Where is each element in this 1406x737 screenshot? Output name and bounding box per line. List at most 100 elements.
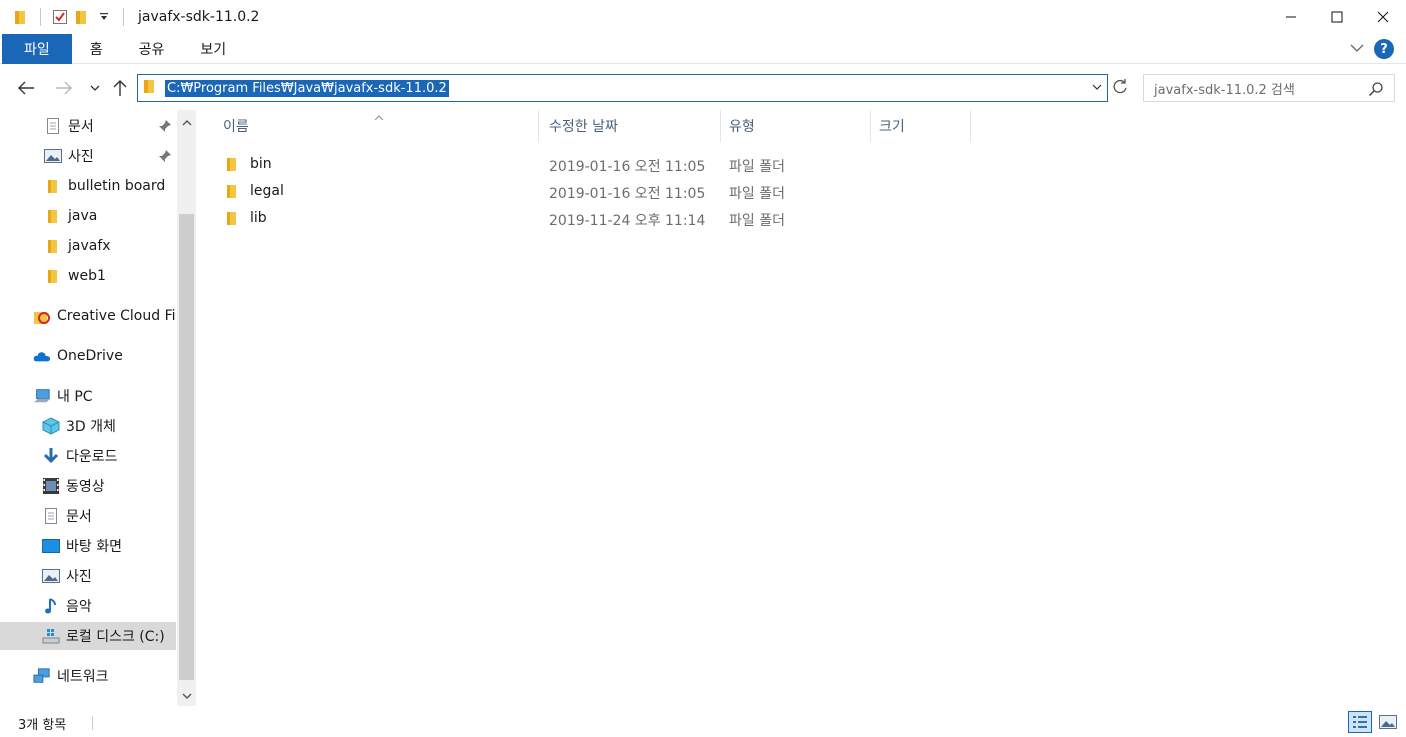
address-bar[interactable]: C:₩Program Files₩Java₩javafx-sdk-11.0.2 — [137, 74, 1108, 102]
file-name: bin — [250, 156, 272, 172]
video-icon — [42, 477, 60, 495]
document-icon — [44, 117, 62, 135]
sidebar-item-downloads[interactable]: 다운로드 — [0, 442, 176, 470]
folder-icon — [44, 207, 62, 225]
column-divider[interactable] — [538, 110, 539, 142]
sidebar-item-label: 다운로드 — [66, 449, 118, 465]
search-placeholder: javafx-sdk-11.0.2 검색 — [1154, 82, 1295, 98]
sidebar-item-javafx[interactable]: javafx — [0, 232, 176, 260]
sidebar-item-documents-quick[interactable]: 문서 — [0, 112, 176, 140]
sidebar-item-label: javafx — [68, 238, 111, 254]
sidebar-item-label: web1 — [68, 268, 106, 284]
sidebar-item-3d-objects[interactable]: 3D 개체 — [0, 412, 176, 440]
column-divider[interactable] — [970, 110, 971, 142]
sidebar-item-label: 음악 — [66, 599, 92, 615]
close-button[interactable] — [1360, 0, 1406, 34]
ribbon-tabs: 파일 홈 공유 보기 ? — [0, 33, 1406, 64]
status-bar: 3개 항목 — [0, 708, 1406, 737]
file-row[interactable]: lib 2019-11-24 오후 11:14 파일 폴더 — [217, 206, 977, 232]
sidebar-item-label: 로컬 디스크 (C:) — [66, 629, 165, 645]
title-bar: javafx-sdk-11.0.2 — [0, 0, 1406, 34]
search-icon[interactable] — [1368, 81, 1384, 101]
folder-icon — [225, 210, 239, 230]
file-row[interactable]: legal 2019-01-16 오전 11:05 파일 폴더 — [217, 179, 977, 205]
sidebar-item-this-pc[interactable]: 내 PC — [0, 382, 176, 410]
music-icon — [42, 597, 60, 615]
maximize-button[interactable] — [1314, 0, 1360, 34]
scroll-thumb[interactable] — [179, 214, 194, 680]
pin-icon[interactable] — [158, 149, 172, 167]
sidebar-scrollbar[interactable] — [177, 110, 196, 706]
file-date: 2019-01-16 오전 11:05 — [549, 186, 706, 202]
status-divider — [92, 716, 93, 730]
creative-cloud-icon — [33, 307, 51, 325]
file-type: 파일 폴더 — [729, 186, 785, 202]
details-view-button[interactable] — [1348, 711, 1372, 733]
sidebar-item-label: java — [68, 208, 98, 224]
desktop-icon — [42, 537, 60, 555]
customize-toolbar-button[interactable] — [93, 6, 115, 28]
sidebar-item-bulletin-board[interactable]: bulletin board — [0, 172, 176, 200]
file-date: 2019-11-24 오후 11:14 — [549, 213, 706, 229]
file-type: 파일 폴더 — [729, 159, 785, 175]
column-header-date[interactable]: 수정한 날짜 — [541, 110, 719, 142]
sidebar-item-pictures[interactable]: 사진 — [0, 562, 176, 590]
network-icon — [33, 667, 51, 685]
sidebar-item-label: 네트워크 — [57, 669, 109, 685]
window-title: javafx-sdk-11.0.2 — [138, 9, 260, 25]
sidebar-item-network[interactable]: 네트워크 — [0, 662, 176, 690]
sidebar-item-java[interactable]: java — [0, 202, 176, 230]
sidebar-item-documents[interactable]: 문서 — [0, 502, 176, 530]
sidebar-item-creative-cloud[interactable]: Creative Cloud Fil — [0, 302, 176, 330]
large-icons-view-button[interactable] — [1376, 711, 1400, 733]
sidebar-item-label: 바탕 화면 — [66, 539, 122, 555]
sidebar-item-label: Creative Cloud Fil — [57, 308, 176, 324]
tab-share[interactable]: 공유 — [121, 34, 183, 64]
folder-icon — [44, 177, 62, 195]
new-folder-button[interactable] — [71, 6, 93, 28]
sidebar-item-local-disk[interactable]: 로컬 디스크 (C:) — [0, 622, 176, 650]
tab-home[interactable]: 홈 — [72, 34, 121, 64]
address-path[interactable]: C:₩Program Files₩Java₩javafx-sdk-11.0.2 — [165, 79, 449, 97]
folder-icon — [10, 6, 32, 28]
expand-ribbon-icon[interactable] — [1350, 41, 1364, 57]
chevron-down-icon[interactable] — [1091, 80, 1103, 98]
file-type: 파일 폴더 — [729, 213, 785, 229]
sidebar-item-label: 3D 개체 — [66, 419, 116, 435]
tab-file[interactable]: 파일 — [2, 33, 72, 64]
column-header-size[interactable]: 크기 — [871, 110, 969, 142]
sidebar-item-label: 사진 — [66, 569, 92, 585]
folder-icon — [225, 156, 239, 176]
pin-icon[interactable] — [158, 119, 172, 137]
column-header-name[interactable]: 이름 — [215, 110, 537, 142]
back-button[interactable] — [14, 76, 38, 100]
sidebar-item-videos[interactable]: 동영상 — [0, 472, 176, 500]
search-input[interactable]: javafx-sdk-11.0.2 검색 — [1143, 74, 1395, 102]
column-header-type[interactable]: 유형 — [721, 110, 869, 142]
sidebar-item-onedrive[interactable]: OneDrive — [0, 342, 176, 370]
refresh-button[interactable] — [1111, 78, 1129, 100]
item-count: 3개 항목 — [18, 718, 67, 733]
navigation-bar: C:₩Program Files₩Java₩javafx-sdk-11.0.2 … — [0, 70, 1406, 106]
folder-icon — [143, 78, 157, 98]
sidebar-item-music[interactable]: 음악 — [0, 592, 176, 620]
up-button[interactable] — [108, 76, 132, 100]
forward-button[interactable] — [52, 76, 76, 100]
sidebar-item-label: 문서 — [66, 509, 92, 525]
minimize-button[interactable] — [1268, 0, 1314, 34]
tab-view[interactable]: 보기 — [182, 34, 244, 64]
help-icon[interactable]: ? — [1374, 39, 1394, 59]
scroll-up-button[interactable] — [177, 114, 196, 131]
file-row[interactable]: bin 2019-01-16 오전 11:05 파일 폴더 — [217, 152, 977, 178]
toolbar-divider — [123, 8, 124, 26]
scroll-down-button[interactable] — [177, 688, 196, 705]
folder-icon — [44, 237, 62, 255]
file-name: lib — [250, 210, 267, 226]
sidebar-item-web1[interactable]: web1 — [0, 262, 176, 290]
recent-locations-button[interactable] — [83, 76, 107, 100]
properties-button[interactable] — [49, 6, 71, 28]
window-controls — [1268, 0, 1406, 34]
sidebar-item-pictures-quick[interactable]: 사진 — [0, 142, 176, 170]
3d-objects-icon — [42, 417, 60, 435]
sidebar-item-desktop[interactable]: 바탕 화면 — [0, 532, 176, 560]
